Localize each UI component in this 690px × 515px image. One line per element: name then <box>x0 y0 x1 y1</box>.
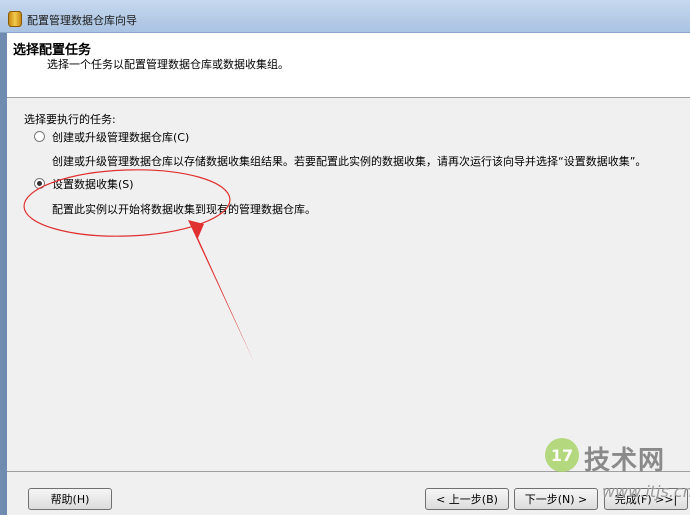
task-group-label: 选择要执行的任务: <box>24 113 116 126</box>
page-subtitle: 选择一个任务以配置管理数据仓库或数据收集组。 <box>47 58 289 71</box>
create-warehouse-radio[interactable] <box>34 131 45 142</box>
database-icon <box>8 11 22 27</box>
wizard-body: 选择要执行的任务: 创建或升级管理数据仓库(C) 创建或升级管理数据仓库以存储数… <box>7 98 690 471</box>
wizard-header: 选择配置任务 选择一个任务以配置管理数据仓库或数据收集组。 <box>7 33 690 98</box>
watermark: 17 技术网 www.itjs.cn <box>540 438 690 508</box>
setup-collection-label[interactable]: 设置数据收集(S) <box>52 176 134 192</box>
create-warehouse-description: 创建或升级管理数据仓库以存储数据收集组结果。若要配置此实例的数据收集，请再次运行… <box>52 155 647 168</box>
setup-collection-description: 配置此实例以开始将数据收集到现有的管理数据仓库。 <box>52 203 316 216</box>
watermark-url: www.itjs.cn <box>602 482 690 501</box>
title-bar: 配置管理数据仓库向导 <box>0 0 690 33</box>
window-left-edge <box>0 33 7 515</box>
help-button[interactable]: 帮助(H) <box>28 488 112 510</box>
watermark-name: 技术网 <box>584 446 666 476</box>
setup-collection-radio[interactable] <box>34 178 45 189</box>
watermark-logo: 17 <box>545 438 579 472</box>
back-button[interactable]: < 上一步(B) <box>425 488 509 510</box>
create-warehouse-label[interactable]: 创建或升级管理数据仓库(C) <box>52 129 189 145</box>
window-title: 配置管理数据仓库向导 <box>27 14 137 27</box>
